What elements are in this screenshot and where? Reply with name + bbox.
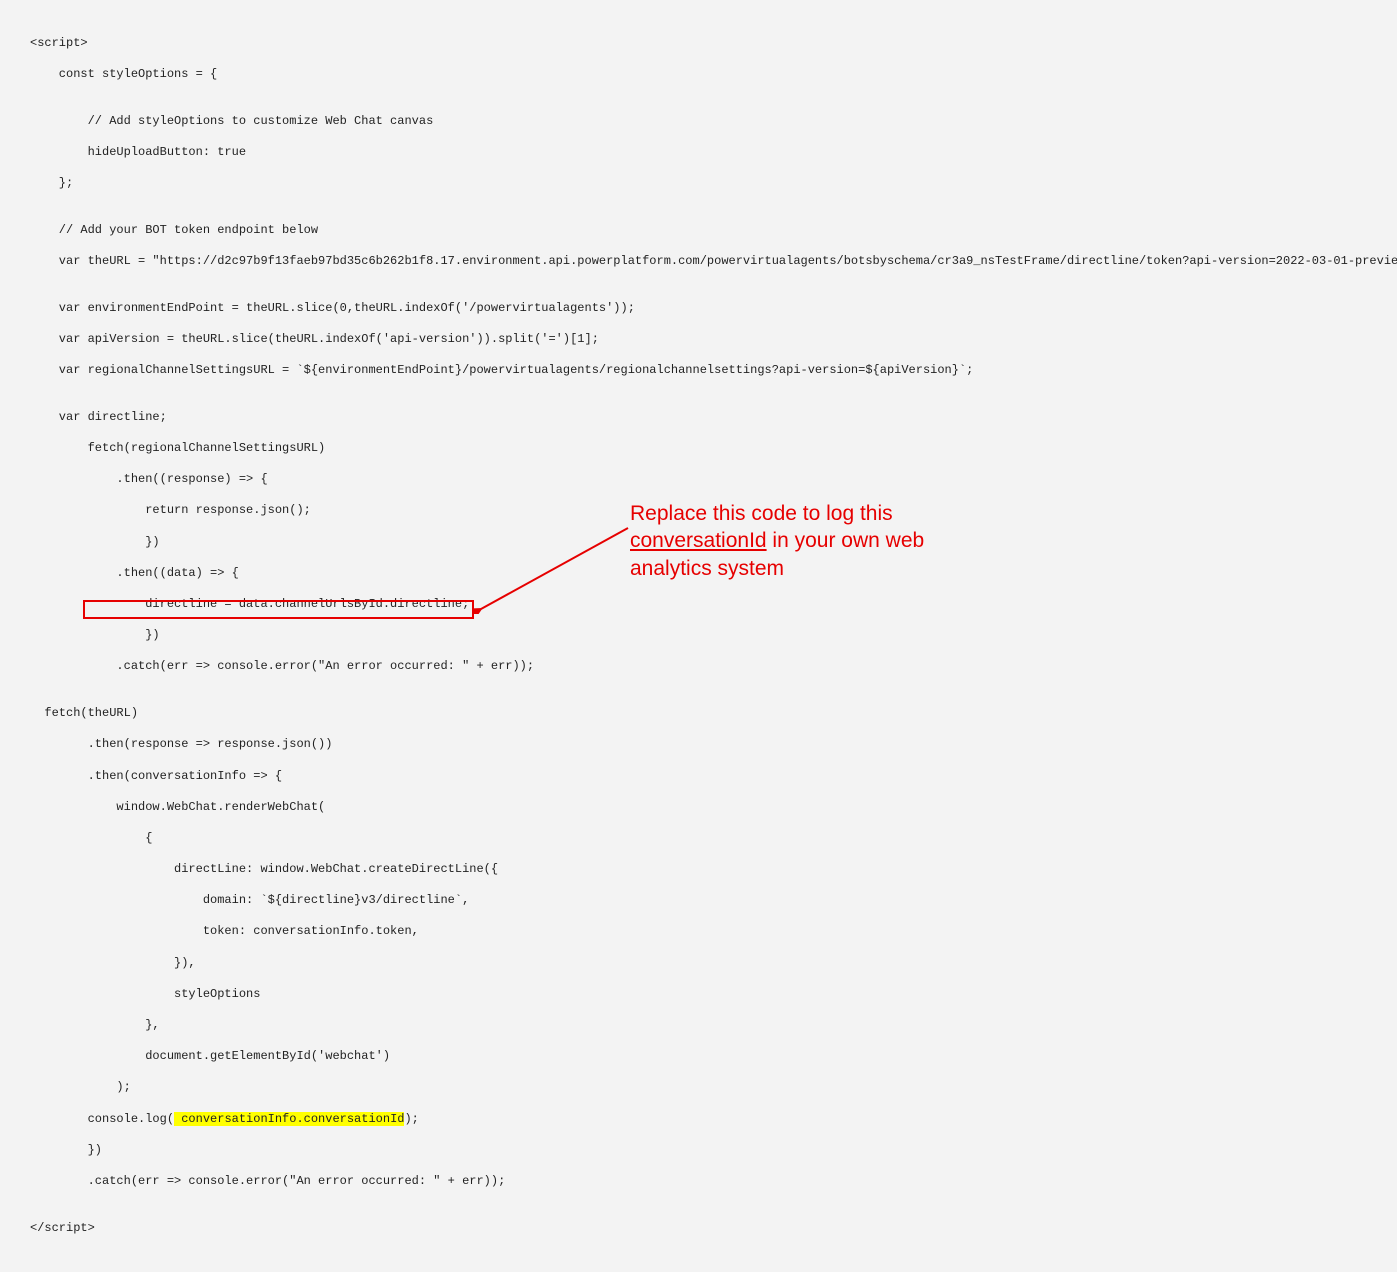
code-line: hideUploadButton: true bbox=[30, 145, 1387, 161]
code-line: var theURL = "https://d2c97b9f13faeb97bd… bbox=[30, 254, 1387, 270]
code-line: <script> bbox=[30, 36, 1387, 52]
code-line: fetch(theURL) bbox=[30, 706, 1387, 722]
code-line: document.getElementById('webchat') bbox=[30, 1049, 1387, 1065]
code-line: .catch(err => console.error("An error oc… bbox=[30, 659, 1387, 675]
code-line: .then(response => response.json()) bbox=[30, 737, 1387, 753]
code-line: .then((response) => { bbox=[30, 472, 1387, 488]
code-line-highlighted: console.log( conversationInfo.conversati… bbox=[30, 1112, 1387, 1128]
code-line: }; bbox=[30, 176, 1387, 192]
code-line: // Add your BOT token endpoint below bbox=[30, 223, 1387, 239]
code-line: }), bbox=[30, 956, 1387, 972]
code-line: var directline; bbox=[30, 410, 1387, 426]
code-line: ); bbox=[30, 1080, 1387, 1096]
code-line: </script> bbox=[30, 1221, 1387, 1237]
code-line: }, bbox=[30, 1018, 1387, 1034]
code-line: token: conversationInfo.token, bbox=[30, 924, 1387, 940]
code-text: ); bbox=[404, 1112, 418, 1126]
code-line: domain: `${directline}v3/directline`, bbox=[30, 893, 1387, 909]
code-line: fetch(regionalChannelSettingsURL) bbox=[30, 441, 1387, 457]
code-block: <script> const styleOptions = { // Add s… bbox=[0, 0, 1397, 1272]
code-line: var apiVersion = theURL.slice(theURL.ind… bbox=[30, 332, 1387, 348]
code-text: console.log( bbox=[30, 1112, 174, 1126]
code-line: .then(conversationInfo => { bbox=[30, 769, 1387, 785]
code-line: }) bbox=[30, 535, 1387, 551]
code-line: return response.json(); bbox=[30, 503, 1387, 519]
code-line: { bbox=[30, 831, 1387, 847]
code-line: // Add styleOptions to customize Web Cha… bbox=[30, 114, 1387, 130]
code-line: directLine: window.WebChat.createDirectL… bbox=[30, 862, 1387, 878]
code-line: .catch(err => console.error("An error oc… bbox=[30, 1174, 1387, 1190]
code-line: const styleOptions = { bbox=[30, 67, 1387, 83]
code-line: window.WebChat.renderWebChat( bbox=[30, 800, 1387, 816]
code-line: .then((data) => { bbox=[30, 566, 1387, 582]
code-line: }) bbox=[30, 1143, 1387, 1159]
code-line: directline = data.channelUrlsById.direct… bbox=[30, 597, 1387, 613]
highlight-span: conversationInfo.conversationId bbox=[174, 1112, 404, 1126]
code-line: var environmentEndPoint = theURL.slice(0… bbox=[30, 301, 1387, 317]
code-line: styleOptions bbox=[30, 987, 1387, 1003]
code-line: }) bbox=[30, 628, 1387, 644]
code-line: var regionalChannelSettingsURL = `${envi… bbox=[30, 363, 1387, 379]
